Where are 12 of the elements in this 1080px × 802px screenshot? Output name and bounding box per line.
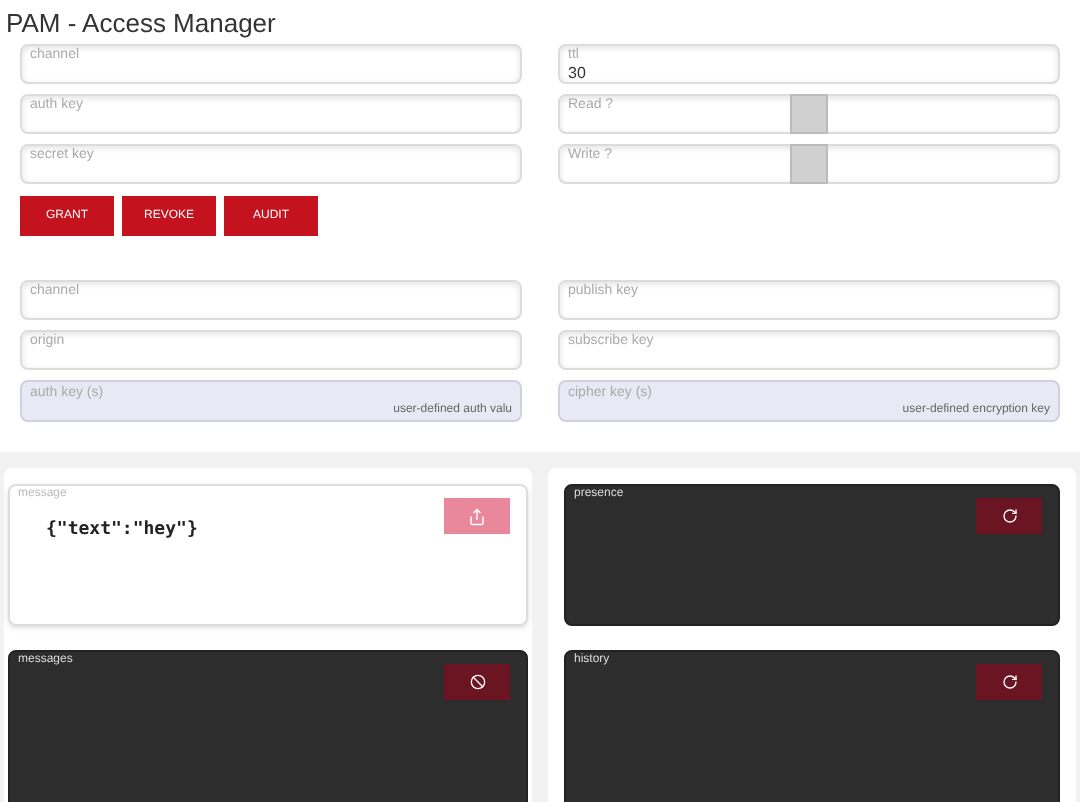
message-json: {"text":"hey"} [46,518,200,544]
slider-thumb[interactable] [789,144,827,184]
refresh-icon [1001,508,1017,524]
slider-thumb[interactable] [789,94,827,134]
ban-icon [469,674,485,690]
refresh-icon [1001,674,1017,690]
share-icon [468,507,486,525]
panel-button[interactable] [444,664,510,700]
page-title: PAM - Access Manager [4,6,278,42]
panel-button[interactable] [976,664,1042,700]
field-value: 30 [568,64,588,82]
panel-button[interactable] [976,498,1042,534]
